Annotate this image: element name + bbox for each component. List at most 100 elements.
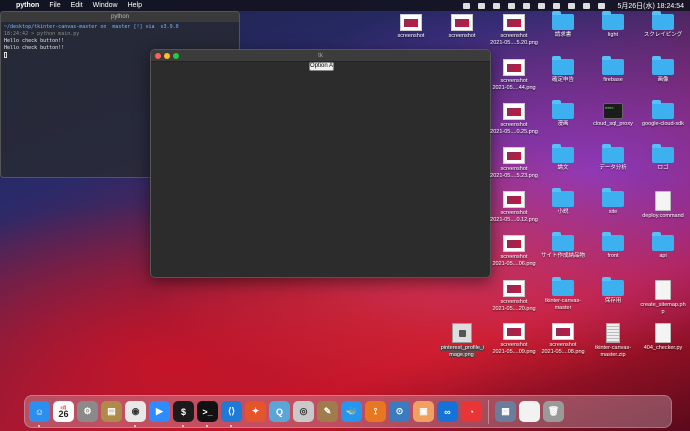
desktop-item[interactable]: screenshot — [385, 14, 437, 40]
desktop-item-label: pinterest_profile_i mage.png — [439, 345, 485, 358]
desktop-item[interactable]: 小説 — [537, 188, 589, 216]
desktop-item[interactable]: screenshot 2021-05....20.png — [488, 280, 540, 312]
desktop-item[interactable]: firebase — [587, 56, 639, 84]
search-icon[interactable] — [583, 2, 591, 9]
trash-icon[interactable]: 🗑 — [543, 401, 564, 422]
bluetooth-icon[interactable] — [523, 2, 531, 9]
desktop-item[interactable]: create_sitemap.ph p — [637, 280, 689, 315]
document-stack-icon[interactable] — [519, 401, 540, 422]
status-app-icon[interactable] — [493, 2, 501, 9]
status-app-icon[interactable] — [463, 2, 471, 9]
desktop-item[interactable]: tkinter-canvas- master — [537, 277, 589, 311]
preview-icon[interactable]: ▣ — [413, 401, 434, 422]
folder-icon — [552, 277, 574, 296]
desktop-item-label: cloud_sql_proxy — [593, 121, 633, 127]
desktop-item[interactable]: 保存用 — [587, 277, 639, 305]
system-preferences-icon[interactable]: ⚙ — [77, 401, 98, 422]
desktop-item[interactable]: スクレイピング — [637, 11, 689, 39]
tk-title: tk — [318, 53, 323, 59]
zoom-icon[interactable]: ▶ — [149, 401, 170, 422]
desktop-item[interactable]: site — [587, 188, 639, 216]
desktop-item[interactable]: screenshot 2021-05....5.20.png — [488, 14, 540, 46]
desktop-item[interactable]: tkinter-canvas- master.zip — [587, 323, 639, 358]
folder-icon — [552, 144, 574, 163]
desktop-item[interactable]: 漫画 — [537, 100, 589, 128]
desktop-item[interactable]: google-cloud-sdk — [637, 100, 689, 128]
tk-title-bar[interactable]: tk — [151, 50, 490, 62]
option-a-button[interactable]: Option A — [309, 62, 334, 71]
desktop-item-label: site — [608, 209, 618, 215]
wifi-icon[interactable] — [568, 2, 576, 9]
menu-help[interactable]: Help — [128, 2, 142, 9]
desktop-item[interactable]: ロゴ — [637, 144, 689, 172]
desktop-item[interactable]: screenshot 2021-05....0.25.png — [488, 103, 540, 135]
tk-window[interactable]: tk Option A — [150, 49, 491, 278]
quicktime-icon[interactable]: Q — [269, 401, 290, 422]
menu-file[interactable]: File — [49, 2, 60, 9]
finder-icon[interactable]: ☺ — [29, 401, 50, 427]
scripts-icon[interactable]: ✎ — [317, 401, 338, 422]
folder-icon — [602, 56, 624, 75]
desktop-item[interactable]: deploy.command — [637, 191, 689, 220]
safari-icon[interactable]: ✦ — [245, 401, 266, 422]
control-center-icon[interactable] — [598, 2, 606, 9]
menu-clock[interactable]: 5月26日(水) 18:24:54 — [617, 1, 684, 11]
folder-icon — [552, 188, 574, 207]
folder-icon — [602, 144, 624, 163]
desktop-item[interactable]: 画像 — [637, 56, 689, 84]
sourcetree-icon[interactable]: ⟟ — [365, 401, 386, 422]
folder-icon — [652, 100, 674, 119]
desktop-item[interactable]: screenshot 2021-05....5.23.png — [488, 147, 540, 179]
status-area: 5月26日(水) 18:24:54 — [463, 1, 684, 11]
folder-icon — [602, 232, 624, 251]
desktop-item[interactable]: screenshot 2021-05....44.png — [488, 59, 540, 91]
close-window-button[interactable] — [155, 53, 161, 59]
folder-icon — [552, 100, 574, 119]
desktop-item[interactable]: exec cloud_sql_proxy — [587, 103, 639, 128]
terminal-title[interactable]: python — [1, 12, 239, 22]
calendar-icon[interactable]: 5月 26 — [53, 401, 74, 422]
desktop-item[interactable]: light — [587, 11, 639, 39]
zoom-window-button[interactable] — [173, 53, 179, 59]
desktop-item-label: 漫画 — [557, 121, 569, 127]
iterm-icon[interactable]: >_ — [197, 401, 218, 427]
document-icon — [655, 323, 671, 343]
desktop-item[interactable]: 確定申告 — [537, 56, 589, 84]
desktop-item[interactable]: screenshot 2021-05....09.png — [488, 323, 540, 355]
menu-app-name[interactable]: python — [16, 2, 39, 9]
docker-icon[interactable]: 🐳 — [341, 401, 362, 422]
status-app-icon[interactable] — [508, 2, 516, 9]
chrome-icon[interactable]: ◉ — [125, 401, 146, 427]
desktop-item[interactable]: api — [637, 232, 689, 260]
desktop-item[interactable]: screenshot — [436, 14, 488, 40]
battery-icon[interactable] — [553, 2, 561, 9]
menu-window[interactable]: Window — [93, 2, 118, 9]
volume-icon[interactable] — [538, 2, 546, 9]
desktop-item[interactable]: 404_checker.py — [637, 323, 689, 352]
infinity-icon[interactable]: ∞ — [437, 401, 458, 422]
desktop-item[interactable]: screenshot 2021-05....06.png — [488, 235, 540, 267]
desktop-item[interactable]: データ分析 — [587, 144, 639, 172]
clock-icon[interactable]: ◔ — [461, 401, 482, 422]
vscode-icon[interactable]: ⟨⟩ — [221, 401, 242, 427]
image-file-icon — [503, 235, 525, 252]
desktop-item[interactable]: サイト作成納品物 — [537, 232, 589, 260]
status-app-icon[interactable] — [478, 2, 486, 9]
desktop-item[interactable]: 論文 — [537, 144, 589, 172]
folder-icon — [552, 11, 574, 30]
desktop-item[interactable]: 請求書 — [537, 11, 589, 39]
archive-icon[interactable]: ▤ — [101, 401, 122, 422]
calendar-day: 26 — [58, 408, 69, 419]
downloads-stack-icon[interactable]: ▦ — [495, 401, 516, 422]
desktop-item[interactable]: screenshot 2021-05....0.12.png — [488, 191, 540, 223]
desktop-item[interactable]: pinterest_profile_i mage.png — [436, 323, 488, 358]
sequel-icon[interactable]: ◎ — [293, 401, 314, 422]
image-file-icon — [452, 323, 472, 343]
menu-edit[interactable]: Edit — [71, 2, 83, 9]
desktop-item[interactable]: screenshot 2021-05....08.png — [537, 323, 589, 355]
desktop-item-label: firebase — [603, 77, 623, 83]
minimize-window-button[interactable] — [164, 53, 170, 59]
terminal-icon[interactable]: $ — [173, 401, 194, 427]
desktop-item[interactable]: front — [587, 232, 639, 260]
mysql-workbench-icon[interactable]: ⊙ — [389, 401, 410, 422]
